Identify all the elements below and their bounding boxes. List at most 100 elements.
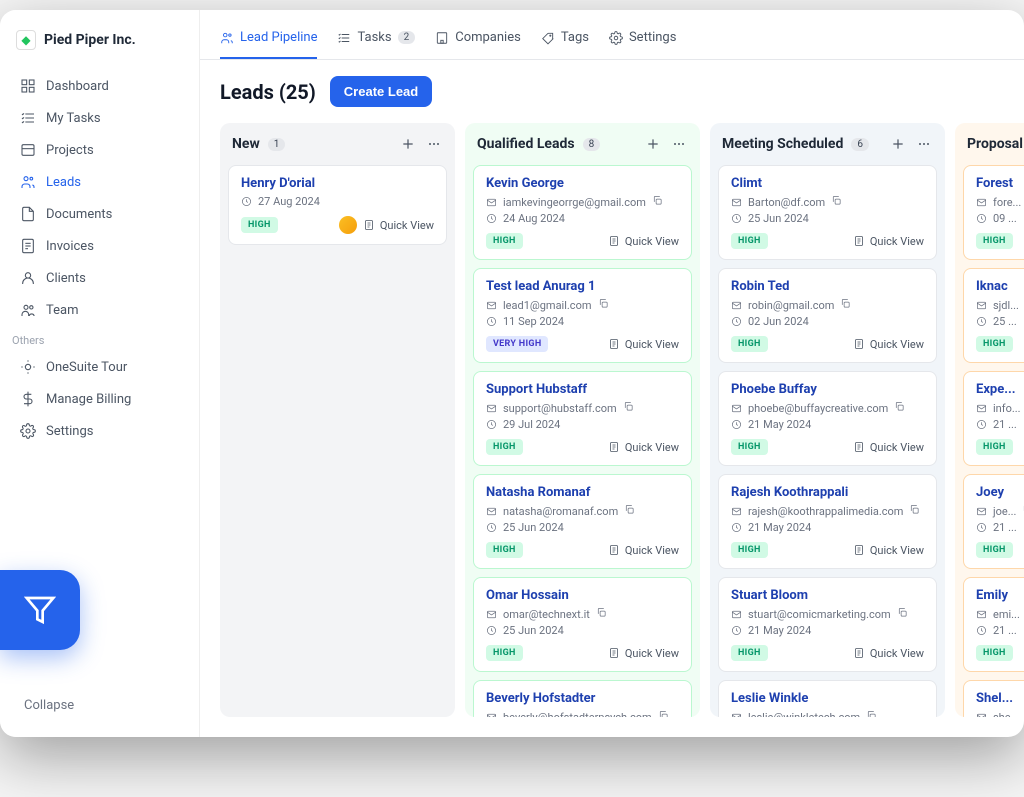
filter-icon: [24, 594, 56, 626]
sidebar-item-projects[interactable]: Projects: [8, 134, 191, 166]
column-body[interactable]: Kevin Georgeiamkevingeorrge@gmail.com24 …: [465, 165, 700, 717]
lead-card[interactable]: Phoebe Buffayphoebe@buffaycreative.com21…: [718, 371, 937, 466]
lead-date-row: 25 ...: [976, 315, 1024, 328]
lead-card[interactable]: Henry D'orial27 Aug 2024HIGHQuick View: [228, 165, 447, 245]
lead-card[interactable]: Robin Tedrobin@gmail.com02 Jun 2024HIGHQ…: [718, 268, 937, 363]
copy-icon[interactable]: [897, 607, 908, 621]
lead-card[interactable]: Rajesh Koothrappali rajesh@koothrappalime…: [718, 474, 937, 569]
lead-card[interactable]: Shel...she...21 ...HIGHQuick View: [963, 680, 1024, 717]
quick-view-label: Quick View: [870, 544, 924, 557]
priority-tag: HIGH: [976, 542, 1013, 558]
tab-lead-pipeline[interactable]: Lead Pipeline: [220, 30, 317, 59]
copy-icon[interactable]: [598, 298, 609, 312]
priority-tag: HIGH: [486, 645, 523, 661]
column-body[interactable]: ClimtBarton@df.com25 Jun 2024HIGHQuick V…: [710, 165, 945, 717]
quick-view-button[interactable]: Quick View: [608, 441, 679, 454]
sidebar-item-documents[interactable]: Documents: [8, 198, 191, 230]
sidebar-item-team[interactable]: Team: [8, 294, 191, 326]
sidebar-item-my-tasks[interactable]: My Tasks: [8, 102, 191, 134]
lead-date: 21 May 2024: [748, 624, 811, 637]
lead-card[interactable]: Beverly Hofstadterbeverly@hofstadterpsyc…: [473, 680, 692, 717]
column-body[interactable]: Henry D'orial27 Aug 2024HIGHQuick View: [220, 165, 455, 717]
lead-card[interactable]: Natasha Romanafnatasha@romanaf.com25 Jun…: [473, 474, 692, 569]
copy-icon[interactable]: [596, 607, 607, 621]
sidebar-item-manage-billing[interactable]: Manage Billing: [8, 383, 191, 415]
quick-view-button[interactable]: Quick View: [853, 544, 924, 557]
copy-icon[interactable]: [894, 401, 905, 415]
tab-tasks[interactable]: Tasks2: [337, 30, 415, 59]
column-more-button[interactable]: [425, 135, 443, 153]
lead-card[interactable]: Test lead Anurag 1lead1@gmail.com11 Sep …: [473, 268, 692, 363]
collapse-button[interactable]: Collapse: [16, 698, 183, 713]
quick-view-button[interactable]: Quick View: [608, 544, 679, 557]
lead-date: 21 May 2024: [748, 521, 811, 534]
copy-icon[interactable]: [623, 401, 634, 415]
lead-name: Forest: [976, 176, 1024, 191]
lead-card[interactable]: Iknacsjdl...25 ...HIGHQuick View: [963, 268, 1024, 363]
sidebar-item-invoices[interactable]: Invoices: [8, 230, 191, 262]
copy-icon[interactable]: [652, 195, 663, 209]
quick-view-button[interactable]: Quick View: [853, 441, 924, 454]
quick-view-label: Quick View: [870, 338, 924, 351]
add-card-button[interactable]: [889, 135, 907, 153]
lead-card[interactable]: Joeyjoe...21 ...HIGHQuick View: [963, 474, 1024, 569]
lead-card[interactable]: Expe...info...21 ...HIGHQuick View: [963, 371, 1024, 466]
lead-name: Shel...: [976, 691, 1024, 706]
sidebar-item-clients[interactable]: Clients: [8, 262, 191, 294]
quick-view-button[interactable]: Quick View: [608, 338, 679, 351]
copy-icon[interactable]: [909, 504, 920, 518]
lead-name: Phoebe Buffay: [731, 382, 924, 397]
quick-view-button[interactable]: Quick View: [608, 647, 679, 660]
lead-email: fore...: [993, 196, 1021, 209]
add-card-button[interactable]: [399, 135, 417, 153]
sidebar-item-dashboard[interactable]: Dashboard: [8, 70, 191, 102]
lead-card[interactable]: Omar Hossainomar@technext.it25 Jun 2024H…: [473, 577, 692, 672]
kanban-board[interactable]: New1Henry D'orial27 Aug 2024HIGHQuick Vi…: [200, 123, 1024, 737]
lead-card[interactable]: ClimtBarton@df.com25 Jun 2024HIGHQuick V…: [718, 165, 937, 260]
lead-name: Robin Ted: [731, 279, 924, 294]
lead-email-row: iamkevingeorrge@gmail.com: [486, 195, 679, 209]
lead-email-row: rajesh@koothrappalimedia.com: [731, 504, 924, 518]
sidebar-item-settings[interactable]: Settings: [8, 415, 191, 447]
quick-view-label: Quick View: [870, 647, 924, 660]
quick-view-button[interactable]: Quick View: [608, 235, 679, 248]
brand-logo-icon: ◆: [16, 30, 36, 50]
lead-card[interactable]: Leslie Winkleleslie@winkletech.com21 May…: [718, 680, 937, 717]
lead-card[interactable]: Support Hubstaffsupport@hubstaff.com29 J…: [473, 371, 692, 466]
quick-view-button[interactable]: Quick View: [853, 235, 924, 248]
lead-name: Omar Hossain: [486, 588, 679, 603]
copy-icon[interactable]: [831, 195, 842, 209]
column-body[interactable]: Forestfore...09 ...HIGHQuick ViewIknacsj…: [955, 165, 1024, 717]
lead-card[interactable]: Kevin Georgeiamkevingeorrge@gmail.com24 …: [473, 165, 692, 260]
filter-fab[interactable]: [0, 570, 80, 650]
tab-tags[interactable]: Tags: [541, 30, 589, 59]
quick-view-button[interactable]: Quick View: [853, 647, 924, 660]
tags-icon: [541, 31, 555, 45]
copy-icon[interactable]: [658, 710, 669, 717]
quick-view-button[interactable]: Quick View: [363, 219, 434, 232]
copy-icon[interactable]: [624, 504, 635, 518]
lead-name: Rajesh Koothrappali: [731, 485, 924, 500]
tab-settings[interactable]: Settings: [609, 30, 676, 59]
lead-email: robin@gmail.com: [748, 299, 834, 312]
sidebar-item-leads[interactable]: Leads: [8, 166, 191, 198]
quick-view-button[interactable]: Quick View: [853, 338, 924, 351]
lead-date-row: 25 Jun 2024: [486, 624, 679, 637]
copy-icon[interactable]: [866, 710, 877, 717]
lead-email: joe...: [993, 505, 1016, 518]
copy-icon[interactable]: [840, 298, 851, 312]
lead-card[interactable]: Forestfore...09 ...HIGHQuick View: [963, 165, 1024, 260]
priority-tag: HIGH: [486, 542, 523, 558]
sidebar-item-onesuite-tour[interactable]: OneSuite Tour: [8, 351, 191, 383]
tab-companies[interactable]: Companies: [435, 30, 521, 59]
create-lead-button[interactable]: Create Lead: [330, 76, 432, 107]
add-card-button[interactable]: [644, 135, 662, 153]
column-more-button[interactable]: [915, 135, 933, 153]
column-more-button[interactable]: [670, 135, 688, 153]
lead-card[interactable]: Stuart Bloomstuart@comicmarketing.com21 …: [718, 577, 937, 672]
lead-card[interactable]: Emilyemi...21 ...HIGHQuick View: [963, 577, 1024, 672]
nav-item-label: Clients: [46, 271, 86, 286]
column-header: Meeting Scheduled6: [710, 123, 945, 165]
nav-others-label: Others: [0, 326, 199, 351]
tab-label: Tasks: [357, 30, 391, 45]
